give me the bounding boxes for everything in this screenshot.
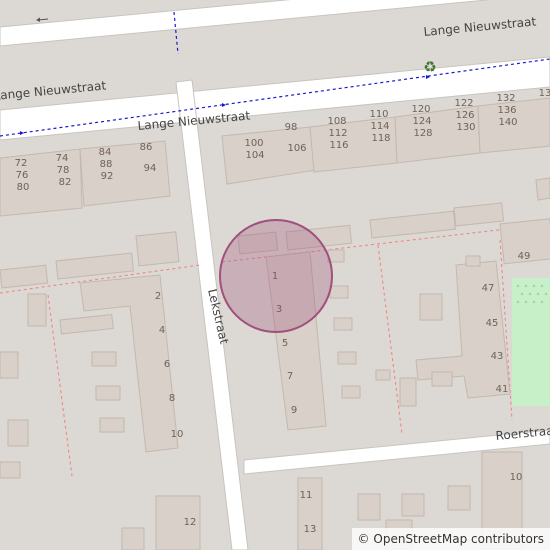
house-number: 43 [491, 351, 504, 362]
house-number: 7 [287, 371, 293, 382]
house-number: 124 [412, 116, 431, 127]
house-number: 8 [169, 393, 175, 404]
map-view[interactable]: Lange Nieuwstraat Lange Nieuwstraat Lang… [0, 0, 550, 550]
house-number: 45 [486, 318, 499, 329]
house-number: 13 [539, 88, 550, 99]
house-number: 11 [300, 490, 313, 501]
house-number: 120 [411, 104, 430, 115]
house-number: 47 [482, 283, 495, 294]
park-area [512, 278, 550, 406]
house-number: 86 [140, 142, 153, 153]
house-number: 41 [496, 384, 509, 395]
house-number: 84 [99, 147, 112, 158]
house-number: 104 [245, 150, 264, 161]
house-number: 126 [455, 110, 474, 121]
house-number: 98 [285, 122, 298, 133]
house-number: 4 [159, 325, 165, 336]
house-number: 82 [59, 177, 72, 188]
house-number: 100 [244, 138, 263, 149]
map-canvas: Lange Nieuwstraat Lange Nieuwstraat Lang… [0, 0, 550, 550]
house-number: 106 [287, 143, 306, 154]
house-number: 2 [155, 291, 161, 302]
house-number: 136 [497, 105, 516, 116]
house-number: 74 [56, 153, 69, 164]
house-number: 122 [454, 98, 473, 109]
house-number: 78 [57, 165, 70, 176]
house-number: 116 [329, 140, 348, 151]
house-number: 94 [144, 163, 157, 174]
attribution: © OpenStreetMap contributors [351, 528, 550, 550]
attribution-link[interactable]: OpenStreetMap contributors [373, 532, 544, 546]
house-number: 9 [291, 405, 297, 416]
house-number: 88 [100, 159, 113, 170]
location-marker[interactable] [219, 219, 333, 333]
house-number: 130 [456, 122, 475, 133]
house-number: 12 [184, 517, 197, 528]
house-number: 114 [370, 121, 389, 132]
house-number: 13 [304, 524, 317, 535]
house-number: 5 [282, 338, 288, 349]
house-number: 118 [371, 133, 390, 144]
house-number: 92 [101, 171, 114, 182]
house-number: 6 [164, 359, 170, 370]
house-number: 72 [15, 158, 28, 169]
copyright-symbol: © [357, 532, 370, 546]
house-number: 80 [17, 182, 30, 193]
house-number: 132 [496, 93, 515, 104]
house-number: 112 [328, 128, 347, 139]
recycling-icon: ♻ [423, 58, 436, 76]
house-number: 128 [413, 128, 432, 139]
svg-text:♻: ♻ [423, 58, 436, 76]
house-number: 110 [369, 109, 388, 120]
house-number: 140 [498, 117, 517, 128]
house-number: 10 [171, 429, 184, 440]
house-number: 10 [510, 472, 523, 483]
house-number: 49 [518, 251, 531, 262]
house-number: 76 [16, 170, 29, 181]
house-number: 108 [327, 116, 346, 127]
